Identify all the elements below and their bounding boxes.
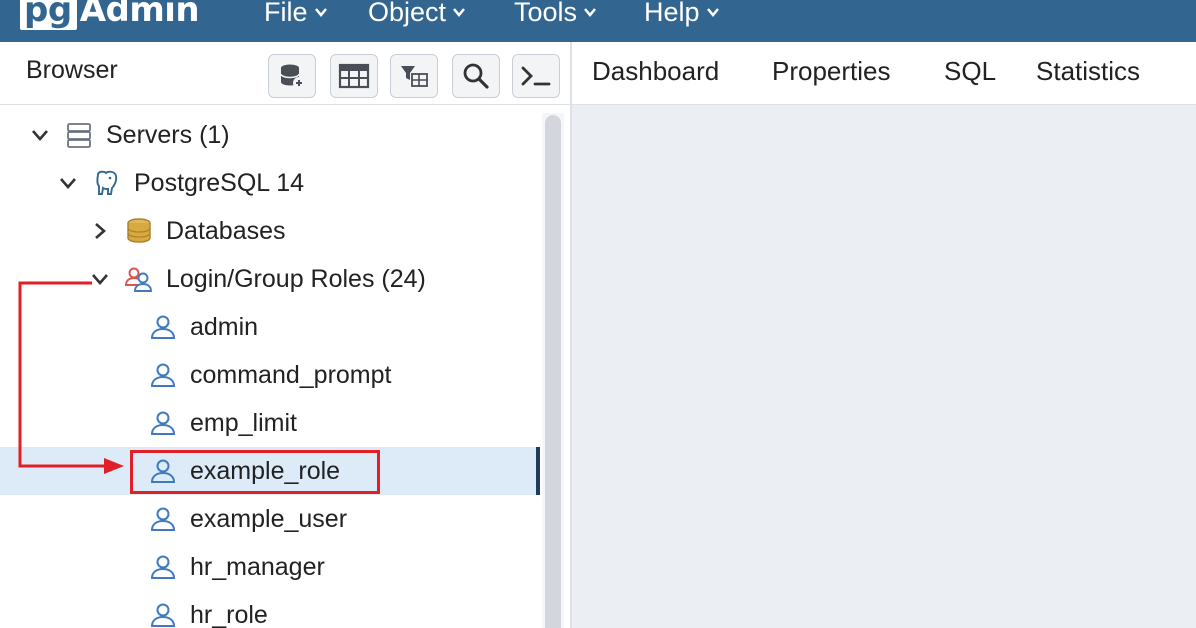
tree-node-role-hr-role[interactable]: hr_role — [0, 591, 540, 628]
tree-node-role-command-prompt[interactable]: command_prompt — [0, 351, 540, 399]
annotation-highlight-box — [130, 450, 380, 494]
menubar: pg Admin File Object Tools Help — [0, 0, 1196, 42]
tree-node-role-admin[interactable]: admin — [0, 303, 540, 351]
chevron-down-icon — [706, 8, 719, 17]
tab-dashboard[interactable]: Dashboard — [592, 56, 719, 87]
chevron-down-icon — [314, 8, 327, 17]
role-icon — [150, 363, 176, 387]
object-tree: Servers (1) PostgreSQL 14 Databases Logi… — [0, 105, 570, 628]
filtered-rows-button[interactable] — [390, 54, 438, 98]
tree-node-label: PostgreSQL 14 — [134, 169, 305, 197]
psql-tool-button[interactable] — [512, 54, 560, 98]
chevron-down-icon — [453, 8, 466, 17]
view-data-icon — [338, 63, 370, 89]
role-icon — [150, 315, 176, 339]
query-tool-icon — [280, 64, 305, 89]
terminal-icon — [521, 66, 551, 86]
search-icon — [463, 63, 489, 89]
tab-properties[interactable]: Properties — [772, 56, 891, 87]
role-icon — [150, 507, 176, 531]
databases-icon — [127, 218, 151, 243]
tree-node-postgresql-14[interactable]: PostgreSQL 14 — [0, 159, 540, 207]
menu-object[interactable]: Object — [368, 0, 466, 30]
scrollbar-thumb[interactable] — [545, 115, 561, 628]
servers-icon — [67, 123, 91, 148]
group-roles-icon — [125, 267, 152, 292]
tree-node-label: hr_role — [190, 601, 268, 628]
menu-file-label: File — [264, 0, 308, 27]
chevron-down-icon — [584, 8, 596, 17]
menu-file[interactable]: File — [264, 0, 328, 30]
tree-node-label: command_prompt — [190, 361, 392, 389]
logo-prefix: pg — [20, 0, 77, 30]
browser-toolbar: Browser — [0, 42, 570, 105]
content-panel — [572, 105, 1196, 628]
chevron-down-icon[interactable] — [30, 125, 50, 145]
tree-node-label: admin — [190, 313, 259, 341]
role-icon — [150, 411, 176, 435]
view-data-button[interactable] — [330, 54, 378, 98]
tree-node-label: Databases — [166, 217, 286, 245]
tree-node-servers[interactable]: Servers (1) — [0, 111, 540, 159]
tree-node-role-example-user[interactable]: example_user — [0, 495, 540, 543]
menu-object-label: Object — [368, 0, 447, 27]
filtered-rows-icon — [401, 66, 428, 87]
chevron-down-icon[interactable] — [58, 173, 78, 193]
tab-statistics[interactable]: Statistics — [1036, 56, 1140, 87]
tree-node-role-hr-manager[interactable]: hr_manager — [0, 543, 540, 591]
tree-node-label: Servers (1) — [106, 121, 230, 149]
tree-node-databases[interactable]: Databases — [0, 207, 540, 255]
pgadmin-logo: pg Admin — [20, 0, 200, 32]
role-icon — [150, 555, 176, 579]
tab-bar: Dashboard Properties SQL Statistics — [572, 42, 1196, 105]
search-objects-button[interactable] — [452, 54, 500, 98]
tree-node-role-emp-limit[interactable]: emp_limit — [0, 399, 540, 447]
browser-title: Browser — [26, 56, 118, 84]
selection-indicator — [536, 447, 540, 495]
chevron-down-icon[interactable] — [90, 269, 110, 289]
menu-help[interactable]: Help — [644, 0, 720, 30]
postgres-elephant-icon — [96, 170, 118, 195]
tree-node-label: emp_limit — [190, 409, 297, 437]
tab-sql[interactable]: SQL — [944, 56, 996, 87]
tree-node-label: hr_manager — [190, 553, 325, 581]
menu-tools-label: Tools — [514, 0, 578, 27]
tree-node-label: example_user — [190, 505, 348, 533]
role-icon — [150, 603, 176, 627]
tree-node-label: Login/Group Roles (24) — [166, 265, 426, 293]
logo-suffix: Admin — [79, 0, 200, 30]
menu-tools[interactable]: Tools — [514, 0, 597, 30]
chevron-right-icon[interactable] — [90, 221, 110, 241]
query-tool-button[interactable] — [268, 54, 316, 98]
tree-node-login-group-roles[interactable]: Login/Group Roles (24) — [0, 255, 540, 303]
menu-help-label: Help — [644, 0, 700, 27]
